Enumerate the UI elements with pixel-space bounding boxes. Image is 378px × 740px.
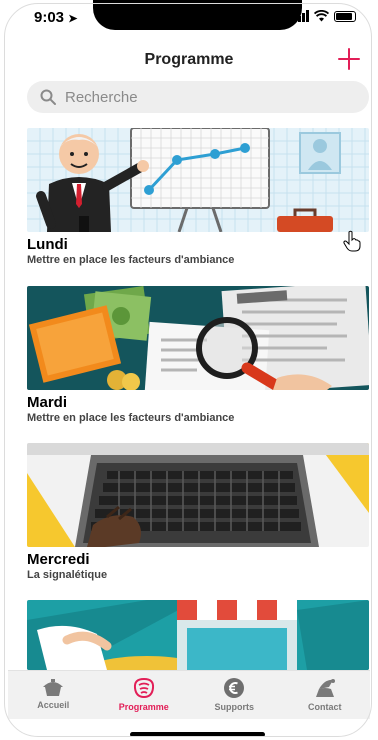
card-image-documents <box>27 286 369 390</box>
tab-bar: Accueil Programme Supports Contact <box>8 670 370 719</box>
card-title: Lundi <box>27 236 68 253</box>
card-subtitle: La signalétique <box>27 569 108 581</box>
euro-icon <box>224 678 245 698</box>
wifi-icon <box>314 10 329 22</box>
tab-label: Contact <box>308 702 342 712</box>
status-icons <box>294 10 356 22</box>
card-mardi[interactable]: Mardi Mettre en place les facteurs d'amb… <box>27 286 369 424</box>
card-mercredi[interactable]: Mercredi La signalétique <box>27 443 369 581</box>
search-icon <box>40 89 56 105</box>
battery-icon <box>334 10 356 22</box>
status-time-text: 9:03 <box>34 9 65 26</box>
notch <box>93 0 302 30</box>
card-title: Mardi <box>27 394 68 411</box>
tab-accueil[interactable]: Accueil <box>8 671 99 719</box>
card-image-shop <box>27 600 369 670</box>
card-lundi[interactable]: Lundi Mettre en place les facteurs d'amb… <box>27 128 369 266</box>
search-bar[interactable] <box>27 81 369 113</box>
tab-supports[interactable]: Supports <box>189 671 280 719</box>
signal-icon <box>294 10 309 22</box>
home-icon <box>43 679 64 696</box>
tab-label: Programme <box>118 702 169 712</box>
card-image-presentation <box>27 128 369 232</box>
phone-screen: 9:03 ➤ Programme Recherche Lundi Mettre … <box>0 0 378 740</box>
hand-cursor-icon <box>343 230 361 252</box>
status-time: 9:03 ➤ <box>34 9 77 26</box>
tab-label: Supports <box>214 702 255 712</box>
search-input[interactable] <box>63 87 347 107</box>
programme-icon <box>133 677 154 699</box>
tab-contact[interactable]: Contact <box>280 671 371 719</box>
card-image-laptop <box>27 443 369 547</box>
page-title: Programme <box>144 51 234 68</box>
location-arrow-icon: ➤ <box>68 13 78 25</box>
card-title: Mercredi <box>27 551 90 568</box>
card-subtitle: Mettre en place les facteurs d'ambiance <box>27 254 235 266</box>
tab-programme[interactable]: Programme <box>99 671 190 719</box>
contact-icon <box>315 679 335 697</box>
card-jeudi[interactable] <box>27 600 369 670</box>
home-indicator <box>130 732 265 737</box>
header: Programme <box>0 46 378 76</box>
plus-icon[interactable] <box>336 46 362 72</box>
card-subtitle: Mettre en place les facteurs d'ambiance <box>27 412 235 424</box>
tab-label: Accueil <box>37 700 70 710</box>
